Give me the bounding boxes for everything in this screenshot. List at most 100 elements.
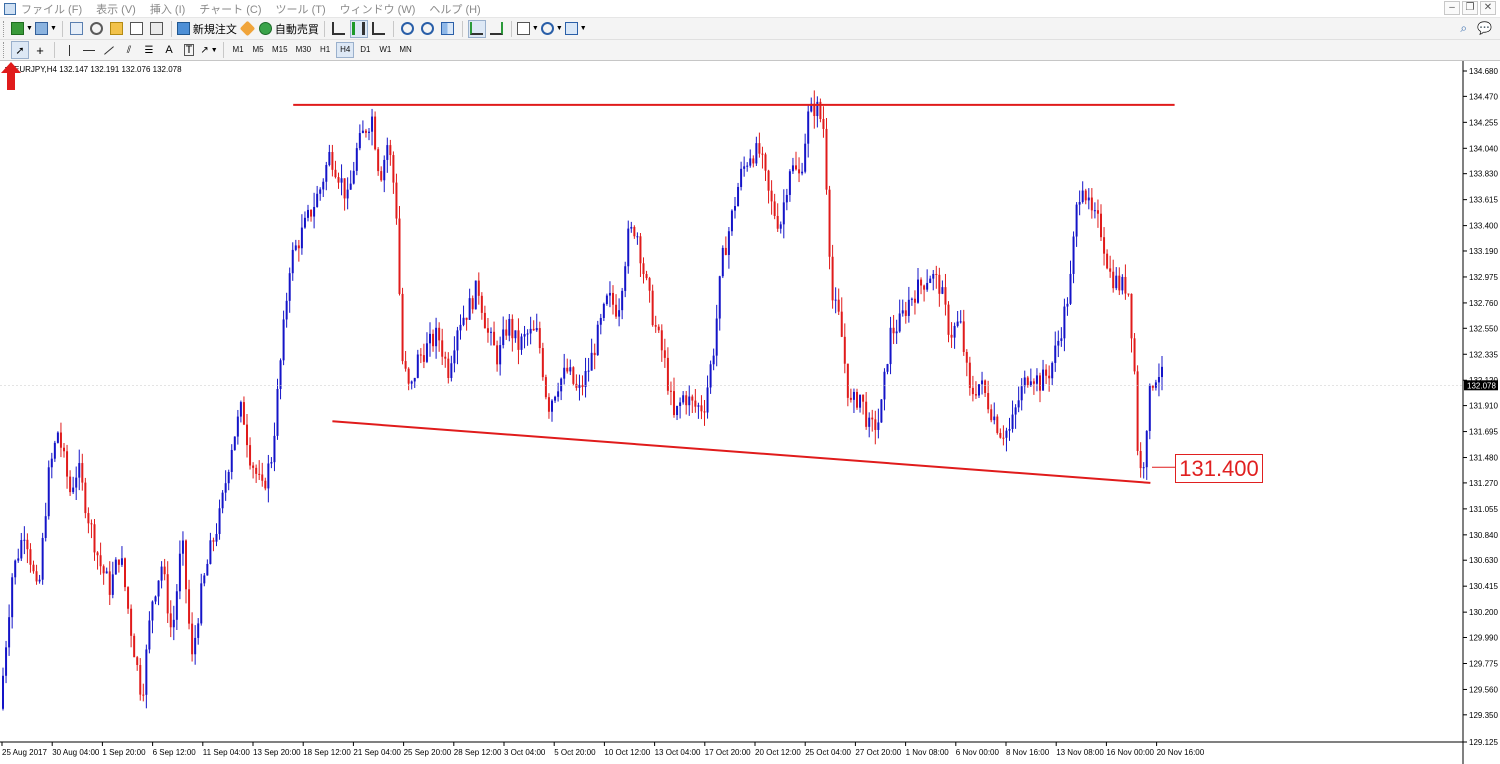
support-trendline[interactable] (332, 420, 1151, 484)
crosshair-button[interactable]: + (31, 41, 49, 59)
new-order-button[interactable]: 新規注文 (176, 20, 237, 38)
candle-body (334, 169, 337, 178)
timeframe-d1-button[interactable]: D1 (356, 42, 374, 58)
candle-body (392, 155, 395, 183)
candle-body (758, 143, 761, 154)
candlestick-button[interactable] (349, 19, 368, 38)
x-tick-label: 5 Oct 20:00 (554, 748, 596, 757)
bar-chart-button[interactable] (330, 20, 348, 38)
menu-window[interactable]: ウィンドウ (W) (340, 1, 416, 17)
candle-body (746, 165, 749, 167)
candle-body (971, 387, 974, 395)
candle-body (627, 228, 630, 267)
candle-body (541, 348, 544, 378)
timeframe-m5-button[interactable]: M5 (249, 42, 267, 58)
meta-editor-button[interactable] (239, 20, 257, 38)
candle-body (1084, 190, 1087, 201)
candle-body (727, 231, 730, 255)
text-label-button[interactable]: T (180, 41, 198, 59)
candle-body (935, 273, 938, 275)
candle-body (795, 165, 797, 170)
cursor-button[interactable]: ➚ (11, 41, 29, 59)
tile-windows-icon (441, 22, 455, 35)
chevron-down-icon: ▼ (26, 25, 33, 32)
vertical-line-button[interactable] (60, 41, 78, 59)
candle-body (712, 355, 715, 365)
candle-body (276, 389, 279, 436)
candle-body (636, 236, 639, 238)
candle-body (468, 298, 471, 320)
templates-button[interactable]: ▼ (564, 20, 587, 38)
terminal-button[interactable] (128, 20, 146, 38)
menu-view[interactable]: 表示 (V) (96, 1, 136, 17)
timeframe-m30-button[interactable]: M30 (293, 42, 315, 58)
indicators-icon (516, 22, 530, 35)
chat-icon[interactable]: 💬 (1477, 21, 1492, 36)
channel-button[interactable]: ⫽ (120, 41, 138, 59)
candle-body (959, 321, 962, 323)
new-chart-button[interactable]: ▼ (11, 20, 33, 38)
zoom-in-button[interactable] (399, 20, 417, 38)
chart-shift-button[interactable] (488, 20, 506, 38)
menu-help[interactable]: ヘルプ (H) (429, 1, 480, 17)
menu-chart[interactable]: チャート (C) (199, 1, 261, 17)
candle-body (575, 383, 578, 388)
timeframe-mn-button[interactable]: MN (396, 42, 414, 58)
auto-trading-button[interactable]: 自動売買 (258, 20, 319, 38)
candle-body (291, 249, 294, 274)
candle-body (23, 539, 26, 541)
search-icon[interactable]: ⌕ (1460, 21, 1467, 36)
minimize-icon[interactable]: – (1444, 1, 1460, 15)
candle-body (175, 591, 178, 620)
candle-body (535, 328, 538, 331)
candle-body (1124, 276, 1127, 294)
menu-tools[interactable]: ツール (T) (276, 1, 326, 17)
candle-body (898, 313, 901, 332)
menu-file[interactable]: ファイル (F) (21, 1, 82, 17)
arrows-button[interactable]: ↗ ▼ (200, 41, 218, 59)
toolbar-grip[interactable] (3, 42, 7, 58)
candle-body (892, 327, 895, 334)
tile-windows-button[interactable] (439, 20, 457, 38)
timeframe-h1-button[interactable]: H1 (316, 42, 334, 58)
candle-body (127, 587, 130, 609)
navigator-button[interactable] (108, 20, 126, 38)
data-window-button[interactable] (88, 20, 106, 38)
trendline-button[interactable] (100, 41, 118, 59)
indicators-button[interactable]: ▼ (516, 20, 539, 38)
candle-body (328, 151, 331, 166)
timeframe-m1-button[interactable]: M1 (229, 42, 247, 58)
candle-body (72, 487, 75, 493)
menu-insert[interactable]: 挿入 (I) (150, 1, 185, 17)
candle-body (804, 143, 807, 172)
profiles-button[interactable]: ▼ (34, 20, 57, 38)
chart-window[interactable]: 134.680 134.470 134.255 134.040 133.830 133.6… (0, 61, 1500, 764)
candle-body (657, 326, 660, 331)
candle-body (444, 356, 447, 359)
candle-body (294, 245, 297, 250)
text-button[interactable]: A (160, 41, 178, 59)
candle-body (1023, 377, 1026, 387)
candle-body (264, 480, 267, 489)
restore-icon[interactable]: ❐ (1462, 1, 1478, 15)
candle-body (1133, 338, 1136, 372)
timeframe-m15-button[interactable]: M15 (269, 42, 291, 58)
fibonacci-button[interactable]: ☰ (140, 41, 158, 59)
market-watch-button[interactable] (68, 20, 86, 38)
toolbar-grip[interactable] (3, 20, 7, 37)
periods-button[interactable]: ▼ (540, 20, 563, 38)
timeframe-h4-button[interactable]: H4 (336, 42, 355, 58)
candle-body (69, 476, 72, 493)
tester-button[interactable] (148, 20, 166, 38)
auto-scroll-button[interactable] (467, 19, 486, 38)
timeframe-w1-button[interactable]: W1 (376, 42, 394, 58)
horizontal-line-button[interactable] (80, 41, 98, 59)
candle-body (782, 202, 785, 225)
price-chart[interactable]: 134.680 134.470 134.255 134.040 133.830 133.6… (0, 61, 1500, 764)
zoom-out-button[interactable] (419, 20, 437, 38)
candle-body (358, 133, 361, 149)
line-chart-button[interactable] (370, 20, 388, 38)
close-icon[interactable]: ✕ (1480, 1, 1496, 15)
y-tick-label: 133.400 (1469, 222, 1498, 231)
candle-body (441, 340, 444, 357)
